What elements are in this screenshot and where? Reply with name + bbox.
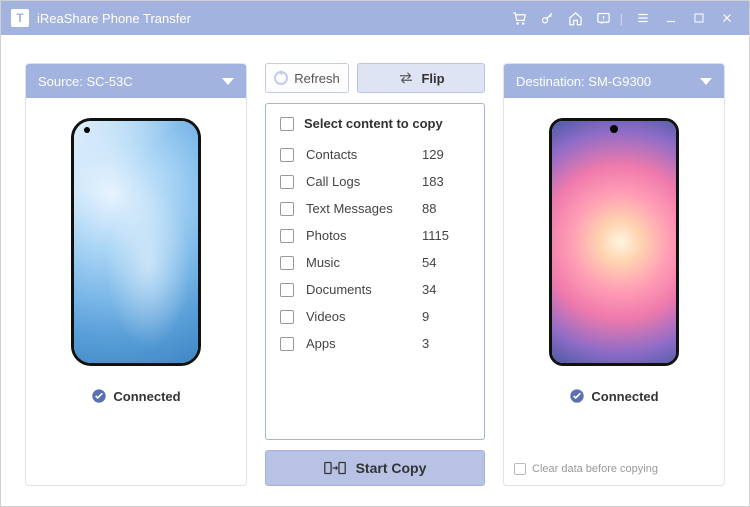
item-checkbox[interactable] (280, 256, 294, 270)
cart-icon[interactable] (508, 6, 532, 30)
item-checkbox[interactable] (280, 148, 294, 162)
destination-phone-image (549, 118, 679, 366)
content-list: Select content to copy Contacts129Call L… (265, 103, 485, 440)
app-window: T iReaShare Phone Transfer | Source: SC-… (0, 0, 750, 507)
list-item[interactable]: Music54 (280, 249, 470, 276)
list-item[interactable]: Contacts129 (280, 141, 470, 168)
item-label: Music (306, 255, 422, 270)
main-content: Source: SC-53C Connected Refresh (1, 35, 749, 506)
clear-data-option[interactable]: Clear data before copying (514, 455, 658, 475)
destination-label: Destination: SM-G9300 (516, 74, 651, 89)
item-count: 88 (422, 201, 470, 216)
check-icon (569, 388, 585, 404)
source-header: Source: SC-53C (26, 64, 246, 98)
flip-icon (397, 71, 415, 85)
menu-icon[interactable] (631, 6, 655, 30)
source-phone-image (71, 118, 201, 366)
source-dropdown-icon[interactable] (222, 78, 234, 85)
list-item[interactable]: Documents34 (280, 276, 470, 303)
item-count: 3 (422, 336, 470, 351)
refresh-button[interactable]: Refresh (265, 63, 349, 93)
check-icon (91, 388, 107, 404)
item-label: Videos (306, 309, 422, 324)
list-item[interactable]: Photos1115 (280, 222, 470, 249)
feedback-icon[interactable] (592, 6, 616, 30)
item-checkbox[interactable] (280, 283, 294, 297)
destination-panel: Destination: SM-G9300 Connected Clear da… (503, 63, 725, 486)
item-checkbox[interactable] (280, 175, 294, 189)
middle-column: Refresh Flip Select content to copy Cont… (265, 63, 485, 486)
list-item[interactable]: Call Logs183 (280, 168, 470, 195)
destination-header: Destination: SM-G9300 (504, 64, 724, 98)
item-count: 54 (422, 255, 470, 270)
close-icon[interactable] (715, 6, 739, 30)
list-item[interactable]: Text Messages88 (280, 195, 470, 222)
app-title: iReaShare Phone Transfer (37, 11, 191, 26)
flip-button[interactable]: Flip (357, 63, 485, 93)
destination-status: Connected (569, 388, 658, 404)
titlebar: T iReaShare Phone Transfer | (1, 1, 749, 35)
copy-icon (324, 460, 346, 476)
source-status: Connected (91, 388, 180, 404)
select-all-checkbox[interactable] (280, 117, 294, 131)
item-count: 1115 (422, 228, 470, 243)
item-checkbox[interactable] (280, 337, 294, 351)
source-label: Source: SC-53C (38, 74, 133, 89)
item-label: Text Messages (306, 201, 422, 216)
list-item[interactable]: Videos9 (280, 303, 470, 330)
item-label: Apps (306, 336, 422, 351)
item-count: 183 (422, 174, 470, 189)
item-label: Documents (306, 282, 422, 297)
minimize-icon[interactable] (659, 6, 683, 30)
app-logo: T (11, 9, 29, 27)
home-icon[interactable] (564, 6, 588, 30)
select-header: Select content to copy (304, 116, 443, 131)
item-checkbox[interactable] (280, 310, 294, 324)
refresh-icon (274, 71, 288, 85)
item-count: 34 (422, 282, 470, 297)
key-icon[interactable] (536, 6, 560, 30)
clear-data-checkbox[interactable] (514, 463, 526, 475)
maximize-icon[interactable] (687, 6, 711, 30)
item-label: Call Logs (306, 174, 422, 189)
list-item[interactable]: Apps3 (280, 330, 470, 357)
item-label: Contacts (306, 147, 422, 162)
item-count: 9 (422, 309, 470, 324)
item-checkbox[interactable] (280, 229, 294, 243)
destination-dropdown-icon[interactable] (700, 78, 712, 85)
item-label: Photos (306, 228, 422, 243)
source-panel: Source: SC-53C Connected (25, 63, 247, 486)
start-copy-button[interactable]: Start Copy (265, 450, 485, 486)
item-checkbox[interactable] (280, 202, 294, 216)
item-count: 129 (422, 147, 470, 162)
